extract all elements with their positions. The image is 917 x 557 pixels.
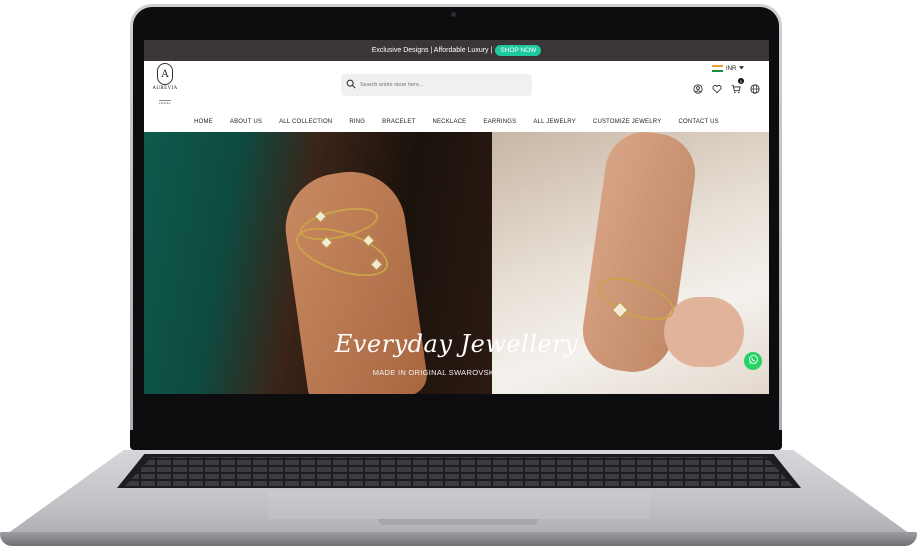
search-icon[interactable] <box>346 76 356 94</box>
hero-title: Everyday Jewellery <box>334 330 579 358</box>
heart-icon[interactable] <box>712 81 722 99</box>
nav-home[interactable]: HOME <box>186 119 222 125</box>
trackpad <box>268 491 650 519</box>
keyboard-keys <box>125 457 793 486</box>
site-header: A AUREVIA JEWEL INR <box>144 61 769 111</box>
currency-code: INR <box>726 65 737 72</box>
hero-subtitle: MADE IN ORIGINAL SWAROVSKI CRYSTALS <box>372 368 541 377</box>
globe-icon[interactable] <box>750 81 760 99</box>
nav-necklace[interactable]: NECKLACE <box>424 119 475 125</box>
laptop-mockup: Exclusive Designs | Affordable Luxury | … <box>0 0 917 557</box>
promo-bar: Exclusive Designs | Affordable Luxury | … <box>144 40 769 61</box>
nav-all-jewelry[interactable]: ALL JEWELRY <box>525 119 585 125</box>
shop-now-button[interactable]: SHOP NOW <box>495 45 542 56</box>
account-icon[interactable] <box>693 81 703 99</box>
search-input[interactable] <box>360 82 520 88</box>
logo-sub: JEWEL <box>158 99 172 105</box>
india-flag-icon <box>712 65 723 72</box>
nav-earrings[interactable]: EARRINGS <box>475 119 525 125</box>
main-nav: HOME ABOUT US ALL COLLECTION RING BRACEL… <box>144 111 769 132</box>
nav-about-us[interactable]: ABOUT US <box>221 119 270 125</box>
chevron-down-icon <box>739 65 745 72</box>
promo-text: Exclusive Designs | Affordable Luxury | <box>371 47 493 54</box>
nav-all-collection[interactable]: ALL COLLECTION <box>271 119 341 125</box>
nav-ring[interactable]: RING <box>341 119 374 125</box>
header-icons: 0 <box>693 78 760 99</box>
search-bar[interactable] <box>341 74 532 96</box>
hero-banner[interactable]: Everyday Jewellery MADE IN ORIGINAL SWAR… <box>144 132 769 394</box>
cart-count-badge: 0 <box>738 78 744 84</box>
lid-opening-notch <box>378 519 538 525</box>
laptop-front-edge <box>0 532 917 546</box>
nav-customize-jewelry[interactable]: CUSTOMIZE JEWELRY <box>584 119 670 125</box>
logo-monogram: A <box>157 63 173 85</box>
cart-button[interactable]: 0 <box>731 78 744 99</box>
screen-hinge <box>130 430 782 450</box>
currency-selector[interactable]: INR <box>712 65 745 72</box>
webcam <box>451 12 456 17</box>
website-screen: Exclusive Designs | Affordable Luxury | … <box>144 40 769 394</box>
whatsapp-icon <box>748 352 759 370</box>
whatsapp-button[interactable] <box>744 352 762 370</box>
brand-logo[interactable]: A AUREVIA JEWEL <box>150 63 180 109</box>
nav-bracelet[interactable]: BRACELET <box>374 119 424 125</box>
nav-contact-us[interactable]: CONTACT US <box>670 119 727 125</box>
